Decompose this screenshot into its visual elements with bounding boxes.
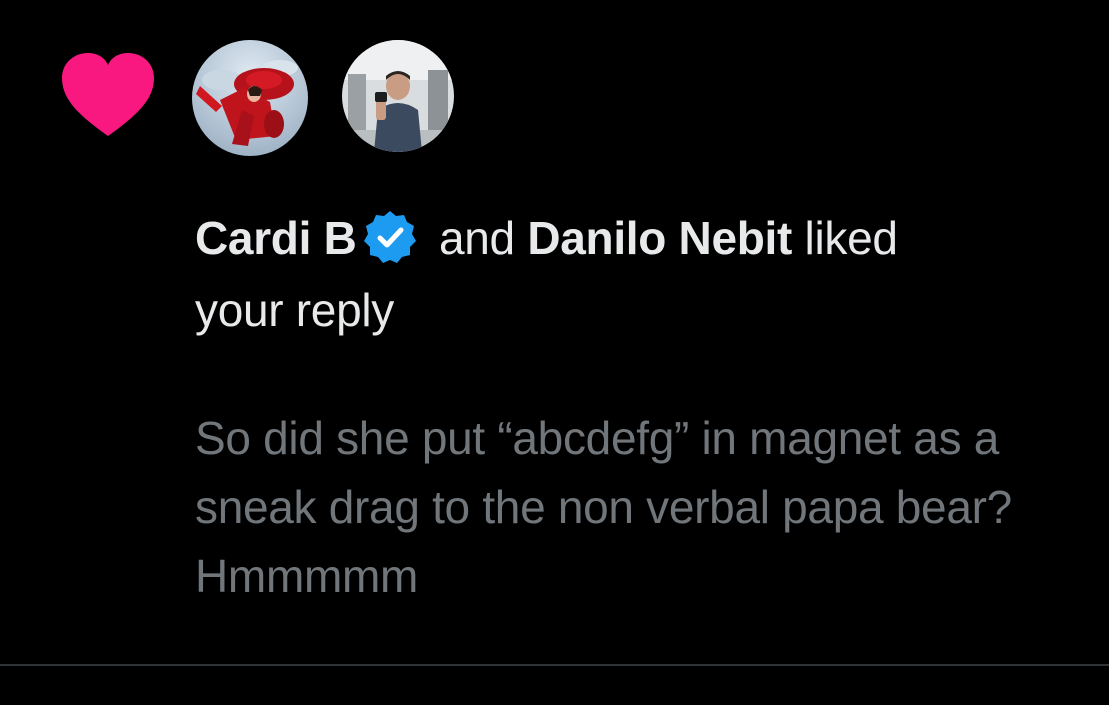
divider bbox=[0, 664, 1109, 666]
avatar-cardi-b[interactable] bbox=[192, 40, 308, 156]
heart-icon bbox=[60, 52, 156, 138]
liker-name-danilo-nebit[interactable]: Danilo Nebit bbox=[527, 212, 792, 264]
action-text: liked bbox=[804, 212, 898, 264]
connector-text: and bbox=[438, 212, 515, 264]
liker-name-cardi-b[interactable]: Cardi B bbox=[195, 212, 357, 264]
action-object-text: your reply bbox=[195, 284, 394, 336]
avatar-danilo-nebit[interactable] bbox=[342, 40, 454, 152]
verified-badge-icon bbox=[362, 209, 418, 265]
notification-headline: Cardi B and Danilo Nebit liked your repl… bbox=[195, 202, 1075, 346]
like-notification[interactable]: Cardi B and Danilo Nebit liked your repl… bbox=[0, 0, 1109, 705]
reply-preview-text: So did she put “abcdefg” in magnet as a … bbox=[195, 412, 1012, 602]
